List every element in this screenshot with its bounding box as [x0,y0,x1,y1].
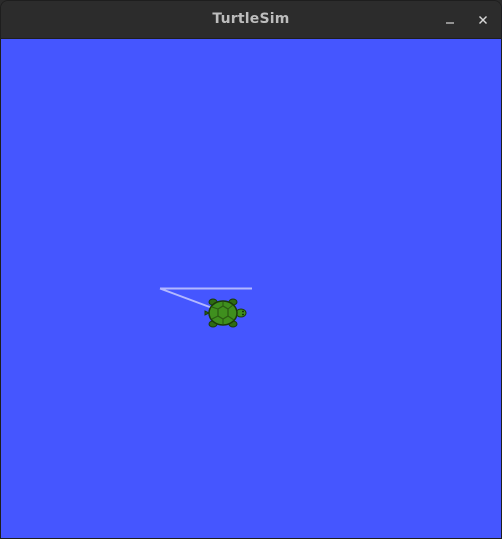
title-bar[interactable]: TurtleSim [1,1,501,39]
window-title: TurtleSim [212,11,290,27]
close-button[interactable] [472,9,494,31]
turtlesim-window: TurtleSim [0,0,502,539]
simulation-canvas [1,39,501,538]
minimize-icon [446,22,454,24]
pen-trail [159,287,252,310]
trail-segment [159,287,216,310]
minimize-button[interactable] [439,9,461,31]
canvas-drawing [159,287,252,328]
turtle-icon [204,298,247,328]
close-icon [479,16,487,24]
